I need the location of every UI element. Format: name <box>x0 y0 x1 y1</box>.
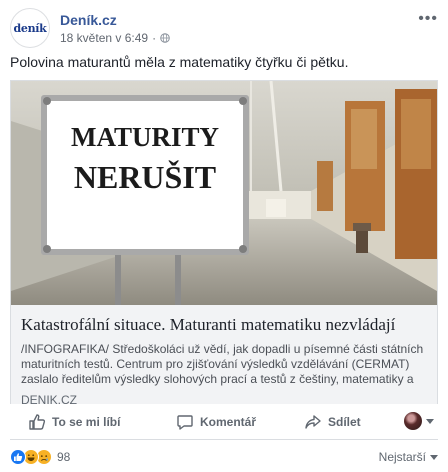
link-preview-image[interactable]: MATURITY NERUŠIT <box>11 81 437 305</box>
post-timestamp[interactable]: 18 květen v 6:49 <box>60 31 148 45</box>
like-reaction-icon <box>10 449 26 465</box>
chevron-down-icon <box>430 454 438 460</box>
sign-line-2: NERUŠIT <box>74 159 216 195</box>
user-avatar <box>404 412 422 430</box>
comment-icon <box>177 415 193 430</box>
post-actions-bar: To se mi líbí Komentář Sdílet <box>10 404 438 440</box>
page-logo: deník <box>13 21 47 35</box>
thumbs-up-icon <box>29 414 46 430</box>
reaction-count[interactable]: 98 <box>57 450 70 464</box>
like-button[interactable]: To se mi líbí <box>28 413 120 431</box>
post-header: deník Deník.cz 18 květen v 6:49 · ••• <box>10 8 438 48</box>
comment-button[interactable]: Komentář <box>176 413 256 431</box>
share-label: Sdílet <box>328 415 361 429</box>
post-text: Polovina maturantů měla z matematiky čty… <box>10 54 349 70</box>
more-options-icon[interactable]: ••• <box>418 10 438 28</box>
comment-sort-dropdown[interactable]: Nejstarší <box>379 450 438 464</box>
hallway-photo: MATURITY NERUŠIT <box>11 81 437 305</box>
link-title[interactable]: Katastrofální situace. Maturanti matemat… <box>21 315 427 335</box>
reactions-summary[interactable]: 98 <box>10 448 70 466</box>
comment-label: Komentář <box>200 415 257 429</box>
post-meta: 18 květen v 6:49 · <box>60 31 170 45</box>
sign-line-1: MATURITY <box>71 122 219 152</box>
reaction-identity-selector[interactable] <box>404 412 434 430</box>
sort-label: Nejstarší <box>378 450 426 464</box>
link-preview-body[interactable]: Katastrofální situace. Maturanti matemat… <box>11 305 437 407</box>
link-description: /INFOGRAFIKA/ Středoškoláci už vědí, jak… <box>21 342 424 386</box>
link-preview-card[interactable]: MATURITY NERUŠIT Katastrofální situace. … <box>10 80 438 407</box>
share-button[interactable]: Sdílet <box>304 413 361 431</box>
globe-icon <box>160 33 170 43</box>
chevron-down-icon <box>426 418 434 424</box>
page-avatar[interactable]: deník <box>10 8 50 48</box>
share-icon <box>305 415 321 429</box>
dot-separator: · <box>152 31 157 45</box>
like-label: To se mi líbí <box>52 415 121 429</box>
page-name-link[interactable]: Deník.cz <box>60 12 117 28</box>
